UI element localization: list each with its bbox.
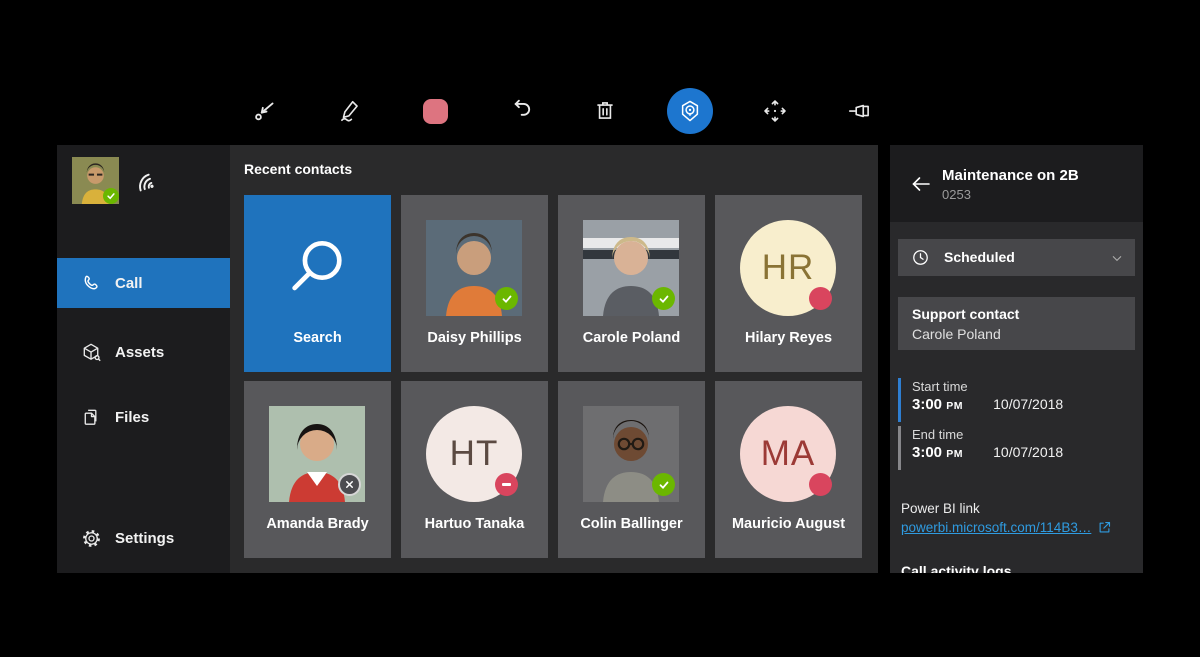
work-order-header: Maintenance on 2B 0253 [890, 145, 1143, 222]
arrow-annotation-tool-button[interactable] [241, 87, 289, 135]
back-button[interactable] [908, 171, 934, 197]
work-order-title: Maintenance on 2B [942, 167, 1079, 184]
status-dropdown[interactable]: Scheduled [898, 239, 1135, 276]
move-tool-button[interactable] [751, 87, 799, 135]
move-arrows-icon [764, 100, 786, 122]
contact-tile-colin-ballinger[interactable]: Colin Ballinger [558, 381, 705, 558]
contact-initials: MA [760, 434, 816, 473]
undo-tool-button[interactable] [496, 87, 544, 135]
status-value: Scheduled [944, 249, 1015, 265]
contact-avatar [583, 406, 679, 502]
presence-available-badge [652, 473, 675, 496]
end-time-label: End time [912, 427, 964, 442]
user-avatar[interactable] [72, 157, 119, 204]
contact-name: Mauricio August [731, 516, 846, 532]
contact-tile-hartuo-tanaka[interactable]: HT Hartuo Tanaka [401, 381, 548, 558]
contact-avatar [269, 406, 365, 502]
remote-assist-screen: Call Assets Files Settings Recent contac… [0, 0, 1200, 657]
powerbi-link[interactable]: powerbi.microsoft.com/114B3… [901, 520, 1112, 535]
assets-cube-icon [79, 340, 103, 364]
presence-dnd-badge [495, 473, 518, 496]
presence-available-badge [495, 287, 518, 310]
sidebar-item-settings[interactable]: Settings [57, 513, 230, 563]
work-order-id: 0253 [942, 187, 971, 202]
contact-name: Colin Ballinger [580, 516, 683, 532]
presence-busy-badge [809, 287, 832, 310]
presence-available-badge [652, 287, 675, 310]
start-date-value: 10/07/2018 [993, 396, 1064, 412]
contact-name: Daisy Phillips [427, 330, 522, 346]
search-tile[interactable]: Search [244, 195, 391, 372]
sidebar-item-label: Files [115, 408, 150, 426]
undo-icon [514, 99, 531, 116]
ink-pen-tool-button[interactable] [326, 87, 374, 135]
search-tile-label: Search [293, 330, 342, 346]
connection-signal-icon [133, 166, 159, 192]
contact-avatar [426, 220, 522, 316]
contact-tile-mauricio-august[interactable]: MA Mauricio August [715, 381, 862, 558]
contact-avatar [583, 220, 679, 316]
start-time-meridiem: PM [946, 400, 963, 412]
powerbi-label: Power BI link [901, 501, 980, 516]
hologram-tool-button-active[interactable] [667, 88, 713, 134]
sidebar-item-files[interactable]: Files [57, 392, 230, 442]
external-link-icon [1099, 521, 1111, 533]
start-time-value: 3:00 [912, 396, 943, 413]
pin-icon [848, 104, 869, 118]
support-contact-name: Carole Poland [912, 326, 1001, 342]
sidebar: Call Assets Files Settings [57, 145, 230, 573]
arrow-annotation-icon [255, 102, 274, 121]
contact-avatar-initials: HR [740, 220, 836, 316]
contact-tile-hilary-reyes[interactable]: HR Hilary Reyes [715, 195, 862, 372]
trash-icon [597, 102, 613, 119]
phone-icon [79, 271, 103, 295]
sidebar-item-label: Call [115, 274, 143, 292]
recent-contacts-section: Recent contacts Search Daisy Phillips Ca… [230, 145, 878, 573]
end-time-meridiem: PM [946, 448, 963, 460]
powerbi-link-text: powerbi.microsoft.com/114B3… [901, 520, 1092, 535]
section-title: Recent contacts [244, 161, 353, 177]
sidebar-item-label: Settings [115, 529, 175, 547]
support-contact-field[interactable]: Support contact Carole Poland [898, 297, 1135, 350]
call-activity-logs-link[interactable]: Call activity logs [901, 563, 1011, 573]
contact-name: Carole Poland [582, 330, 681, 346]
contact-tile-amanda-brady[interactable]: Amanda Brady [244, 381, 391, 558]
sidebar-item-assets[interactable]: Assets [57, 327, 230, 377]
search-icon [292, 240, 342, 291]
presence-offline-badge [338, 473, 361, 496]
presence-busy-badge [809, 473, 832, 496]
user-presence-available-badge [103, 188, 119, 204]
back-arrow-icon [912, 177, 930, 191]
start-time-label: Start time [912, 379, 968, 394]
sidebar-item-label: Assets [115, 343, 165, 361]
color-swatch-tool-button[interactable] [411, 87, 459, 135]
work-order-panel: Maintenance on 2B 0253 Scheduled Support… [890, 145, 1143, 573]
end-date-value: 10/07/2018 [993, 444, 1064, 460]
ink-color-swatch-icon [422, 98, 448, 124]
files-icon [79, 405, 103, 429]
contact-initials: HR [761, 248, 815, 287]
sidebar-item-call[interactable]: Call [57, 258, 230, 308]
ink-pen-icon [341, 100, 358, 122]
contact-name: Hartuo Tanaka [424, 516, 525, 532]
start-time-field: Start time 3:00 PM 10/07/2018 [898, 378, 1135, 422]
contact-tile-daisy-phillips[interactable]: Daisy Phillips [401, 195, 548, 372]
support-contact-label: Support contact [912, 306, 1020, 322]
contact-avatar-initials: MA [740, 406, 836, 502]
contact-name: Amanda Brady [266, 516, 369, 532]
contact-name: Hilary Reyes [744, 330, 833, 346]
end-time-field: End time 3:00 PM 10/07/2018 [898, 426, 1135, 470]
hologram-icon [681, 100, 699, 122]
contact-tile-carole-poland[interactable]: Carole Poland [558, 195, 705, 372]
contact-avatar-initials: HT [426, 406, 522, 502]
contact-initials: HT [449, 434, 499, 473]
chevron-down-icon [1109, 250, 1125, 266]
pin-tool-button[interactable] [836, 87, 884, 135]
erase-all-tool-button[interactable] [581, 87, 629, 135]
gear-icon [79, 526, 103, 550]
end-time-value: 3:00 [912, 444, 943, 461]
clock-icon [911, 248, 930, 267]
